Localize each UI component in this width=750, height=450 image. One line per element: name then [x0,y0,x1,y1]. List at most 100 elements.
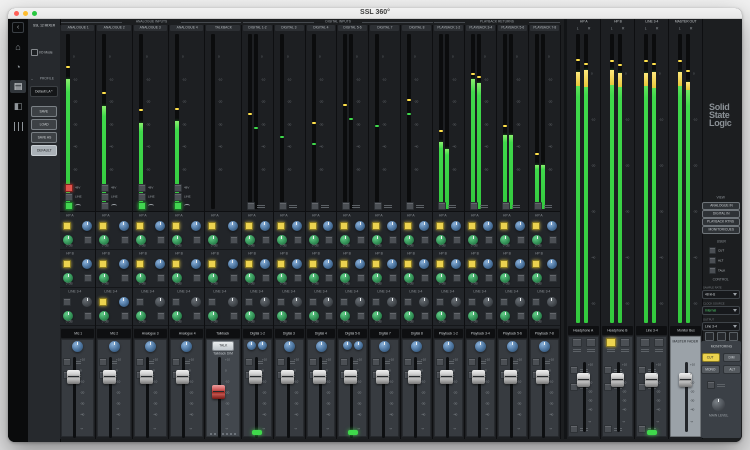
fader-handle[interactable] [176,370,190,384]
send-pan-knob[interactable] [355,221,366,231]
send-pre-button[interactable] [389,312,398,320]
send-pan-knob[interactable] [515,297,526,307]
cut-button[interactable] [340,358,349,366]
pan-knob[interactable] [72,341,84,352]
send-pre-button[interactable] [84,312,93,320]
send-pan-knob[interactable] [387,259,398,269]
send-pan-knob[interactable] [451,297,462,307]
pan-knob[interactable] [342,341,352,350]
pan-knob[interactable] [247,341,257,350]
send-pan-knob[interactable] [483,259,494,269]
send-on-button[interactable] [99,298,108,306]
stereo-link-badge[interactable] [252,430,263,435]
assign-button[interactable] [619,338,630,347]
send-on-button[interactable] [244,298,253,306]
send-pre-button[interactable] [357,312,366,320]
send-pre-button[interactable] [120,274,129,282]
send-pan-knob[interactable] [419,221,430,231]
send-pre-button[interactable] [548,236,557,244]
user-alt-button[interactable] [709,257,716,264]
send-pre-button[interactable] [453,236,462,244]
send-pan-knob[interactable] [118,221,129,231]
send-pan-knob[interactable] [155,297,166,307]
foot-button[interactable] [638,425,646,433]
send-pan-knob[interactable] [515,259,526,269]
send-pre-button[interactable] [357,274,366,282]
send-on-button[interactable] [208,298,217,306]
send-pre-button[interactable] [229,236,238,244]
send-pre-button[interactable] [389,274,398,282]
send-pre-button[interactable] [84,274,93,282]
cut-button[interactable] [244,358,253,366]
send-pan-knob[interactable] [191,221,202,231]
send-pre-button[interactable] [485,236,494,244]
pan-knob[interactable] [475,341,487,352]
hpf-button[interactable] [137,202,146,210]
send-pre-button[interactable] [157,274,166,282]
send-on-button[interactable] [244,260,253,268]
send-pre-button[interactable] [485,274,494,282]
send-pre-button[interactable] [120,312,129,320]
assign-button[interactable] [585,338,596,347]
save-as-button[interactable]: SAVE AS [31,132,57,143]
monitors-icon[interactable]: ◧ [10,100,26,113]
send-pan-knob[interactable] [323,221,334,231]
footer-icon-3[interactable] [728,332,738,341]
send-pan-knob[interactable] [355,259,366,269]
option-button[interactable] [502,202,511,210]
stereo-link-badge[interactable] [646,430,657,435]
send-pre-button[interactable] [293,274,302,282]
send-pan-knob[interactable] [291,259,302,269]
fader-handle[interactable] [212,385,226,399]
phantom-48v-button[interactable] [101,184,110,192]
send-on-button[interactable] [372,260,381,268]
view-playback-rtns-button[interactable]: PLAYBACK RTNS [702,218,740,226]
send-pre-button[interactable] [548,312,557,320]
user-cut-button[interactable] [709,247,716,254]
send-pre-button[interactable] [120,236,129,244]
fader-handle[interactable] [67,370,80,384]
send-pan-knob[interactable] [291,221,302,231]
load-button[interactable]: LOAD [31,119,57,130]
send-pan-knob[interactable] [227,259,238,269]
foot-button[interactable] [570,425,578,433]
line-button[interactable] [65,193,73,201]
option-button[interactable] [374,202,383,210]
footer-icon-2[interactable] [716,332,726,341]
faders-icon[interactable] [10,120,26,133]
send-on-button[interactable] [244,222,253,230]
send-pan-knob[interactable] [118,297,129,307]
pan-knob[interactable] [379,341,391,352]
hpf-button[interactable] [174,202,183,210]
monitor-mono-button[interactable]: MONO [701,365,720,374]
hpf-button[interactable] [65,202,73,210]
pan-knob[interactable] [411,341,423,352]
cut-button[interactable] [532,358,541,366]
cut-button[interactable] [308,358,317,366]
send-pan-knob[interactable] [259,297,270,307]
send-on-button[interactable] [135,260,144,268]
option-button[interactable] [246,202,255,210]
alt-speaker-button[interactable] [707,381,715,389]
send-pre-button[interactable] [421,274,430,282]
send-on-button[interactable] [340,222,349,230]
send-pan-knob[interactable] [155,259,166,269]
send-pan-knob[interactable] [259,259,270,269]
send-pre-button[interactable] [517,312,526,320]
control-clock-source-select[interactable]: Internal [702,306,740,315]
send-pre-button[interactable] [325,312,334,320]
default-button[interactable]: DEFAULT [31,145,57,156]
send-on-button[interactable] [308,298,317,306]
send-pan-knob[interactable] [259,221,270,231]
pan-knob[interactable] [507,341,519,352]
send-pre-button[interactable] [261,274,270,282]
option-button[interactable] [406,202,415,210]
cut-button[interactable] [404,358,413,366]
send-pan-knob[interactable] [483,221,494,231]
send-pre-button[interactable] [84,236,93,244]
view-monitor-cues-button[interactable]: MONITOR/CUES [702,226,740,234]
send-pan-knob[interactable] [82,297,93,307]
send-pan-knob[interactable] [323,259,334,269]
send-pan-knob[interactable] [451,221,462,231]
send-pan-knob[interactable] [546,221,557,231]
